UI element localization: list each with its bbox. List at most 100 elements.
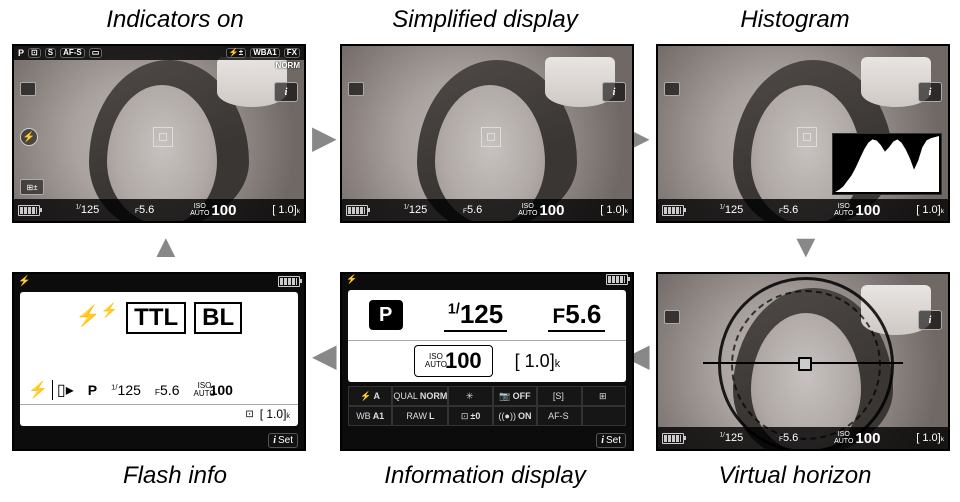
mic-level-icon: [20, 82, 36, 96]
shutter-value: 125: [725, 204, 743, 216]
panel-information-display: ⚡ P 1/125 F5.6 ISOAUTO100 [ 1.0]k ⚡AQUAL…: [340, 272, 634, 451]
info-grid-cell: ⊡±0: [448, 406, 492, 426]
shutter-value: 125: [118, 382, 141, 398]
info-grid-cell: [S]: [537, 386, 581, 406]
shutter-value: 125: [460, 299, 503, 329]
info-grid-cell: AF-S: [537, 406, 581, 426]
aperture-value: 5.6: [160, 382, 179, 398]
fx-indicator: FX: [284, 48, 300, 58]
info-i-button[interactable]: i: [918, 82, 942, 102]
bottom-status-strip: 1/125 F5.6 ISOAUTO100 [ 1.0]k: [342, 199, 632, 221]
bottom-status-strip: 1/125 F5.6 ISOAUTO100 [ 1.0]k: [658, 427, 948, 449]
histogram-icon: [835, 136, 939, 192]
iso-value: 100: [855, 202, 880, 219]
panel-histogram: i 1/125 F5.6 ISOAUTO100 [ 1.0]k: [656, 44, 950, 223]
arrow-up-icon: ▲: [150, 228, 182, 265]
aperture-value: 5.6: [565, 299, 601, 329]
aperture-value: 5.6: [783, 204, 798, 216]
label-flash: Flash info: [40, 462, 310, 490]
mic-level-icon: [348, 82, 364, 96]
frames-remaining: [ 1.0]k: [600, 204, 628, 216]
grid-toggle-icon: ⊞±: [20, 179, 44, 195]
mic-level-icon: [664, 82, 680, 96]
flash-sub-readout: ⚡ ▯▸ P 1/125 F5.6 ISOAUTO100 ⊡ [ 1.0]k: [20, 376, 298, 426]
info-settings-grid: ⚡AQUALNORM✳📷OFF[S]⊞ WBA1RAWL⊡±0((●))ONAF-…: [348, 386, 626, 426]
battery-icon: [606, 274, 628, 285]
quality-indicator: NORM: [276, 61, 300, 70]
flash-status-icon: ⚡: [18, 276, 30, 287]
info-grid-cell: WBA1: [348, 406, 392, 426]
arrow-down-icon: ▼: [790, 228, 822, 265]
af-indicator: AF-S: [60, 48, 85, 58]
shutter-value: 125: [409, 204, 427, 216]
battery-icon: [662, 433, 684, 444]
mode-badge: P: [369, 300, 403, 330]
arrow-right-icon: ▶: [312, 118, 337, 156]
i-set-button[interactable]: iSet: [596, 433, 626, 448]
arrow-left-icon: ◀: [312, 336, 337, 374]
iso-value: 100: [445, 348, 482, 374]
info-grid-cell: QUALNORM: [392, 386, 448, 406]
flash-sync-icon: ⚡ ▯▸: [28, 380, 74, 400]
aperture-value: 5.6: [783, 432, 798, 444]
info-grid-cell: 📷OFF: [493, 386, 537, 406]
focus-point-icon: [153, 127, 173, 147]
shutter-value: 125: [725, 432, 743, 444]
metering-icon: ⊡: [245, 409, 253, 420]
info-grid-cell: ((●))ON: [493, 406, 537, 426]
flash-ready-icon: ⚡: [20, 128, 38, 146]
histogram-overlay: [832, 133, 942, 195]
info-grid-cell: RAWL: [392, 406, 448, 426]
info-main-readout: P 1/125 F5.6 ISOAUTO100 [ 1.0]k: [348, 290, 626, 382]
iso-value: 100: [210, 382, 233, 398]
frames-remaining: [ 1.0]k: [916, 432, 944, 444]
info-grid-cell: ⚡A: [348, 386, 392, 406]
flash-mode-readout: ⚡⚡ TTL BL: [20, 292, 298, 382]
battery-icon: [662, 205, 684, 216]
battery-icon: [346, 205, 368, 216]
frames-remaining: [ 1.0]k: [260, 407, 290, 421]
s-indicator: S: [45, 48, 56, 58]
aperture-value: 5.6: [139, 204, 154, 216]
info-i-button[interactable]: i: [918, 310, 942, 330]
panel-virtual-horizon: i 1/125 F5.6 ISOAUTO100 [ 1.0]k: [656, 272, 950, 451]
battery-icon: [278, 276, 300, 287]
panel-flash-info: ⚡ ⚡⚡ TTL BL ⚡ ▯▸ P 1/125 F5.6 ISOAUTO100…: [12, 272, 306, 451]
wb-indicator: WBA1: [250, 48, 280, 58]
bottom-status-strip: 1/125 F5.6 ISOAUTO100 [ 1.0]k: [14, 199, 304, 221]
label-info: Information display: [350, 462, 620, 490]
label-histogram: Histogram: [660, 6, 930, 34]
mic-level-icon: [664, 310, 680, 324]
label-simplified: Simplified display: [350, 6, 620, 34]
iso-value: 100: [855, 430, 880, 447]
info-grid-cell: ⊞: [582, 386, 626, 406]
aperture-value: 5.6: [467, 204, 482, 216]
label-indicators-on: Indicators on: [40, 6, 310, 34]
focus-point-icon: [797, 127, 817, 147]
top-indicator-strip: P ⊡ S AF-S ▭ ⚡± WBA1 FX: [14, 46, 304, 60]
panel-simplified: i 1/125 F5.6 ISOAUTO100 [ 1.0]k: [340, 44, 634, 223]
panel-indicators-on: P ⊡ S AF-S ▭ ⚡± WBA1 FX NORM i ⚡ ⊞± 1/12…: [12, 44, 306, 223]
frames-remaining: [ 1.0]k: [515, 351, 560, 372]
mode-indicator: P: [18, 48, 24, 58]
iso-value: 100: [211, 202, 236, 219]
battery-icon: [18, 205, 40, 216]
info-grid-cell: [582, 406, 626, 426]
shutter-value: 125: [81, 204, 99, 216]
label-virtual: Virtual horizon: [660, 462, 930, 490]
virtual-horizon-center-icon: [798, 357, 812, 371]
info-grid-cell: ✳: [448, 386, 492, 406]
mode-indicator: P: [88, 382, 97, 398]
i-set-button[interactable]: iSet: [268, 433, 298, 448]
focus-point-icon: [481, 127, 501, 147]
info-i-button[interactable]: i: [602, 82, 626, 102]
flash-ttl: TTL: [126, 302, 186, 334]
frames-remaining: [ 1.0]k: [916, 204, 944, 216]
metering-icon: ⊡: [28, 48, 41, 58]
info-i-button[interactable]: i: [274, 82, 298, 102]
bottom-status-strip: 1/125 F5.6 ISOAUTO100 [ 1.0]k: [658, 199, 948, 221]
area-mode-icon: ▭: [89, 48, 103, 58]
frames-remaining: [ 1.0]k: [272, 204, 300, 216]
flash-status-icon: ⚡: [346, 274, 357, 286]
iso-value: 100: [539, 202, 564, 219]
